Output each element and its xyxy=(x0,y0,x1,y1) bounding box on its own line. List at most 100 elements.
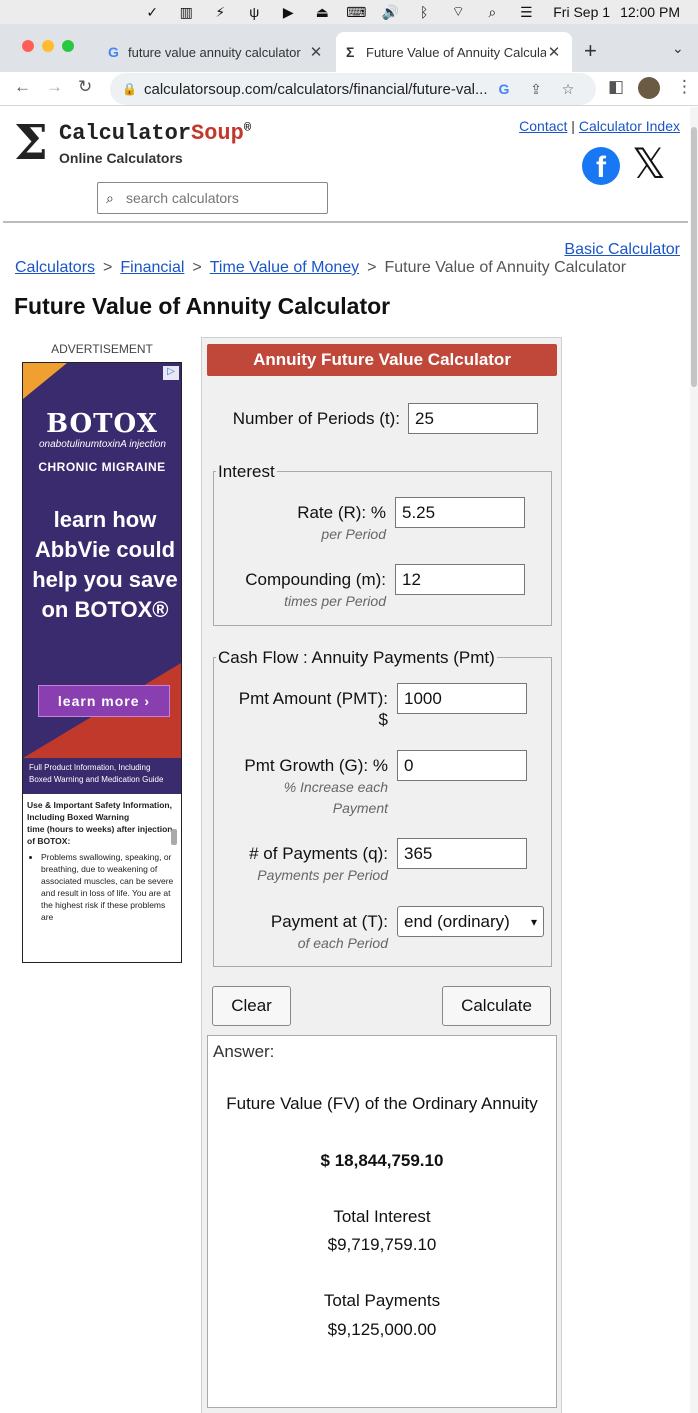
link-separator: | xyxy=(571,118,575,134)
back-arrow-icon[interactable]: ← xyxy=(14,77,31,97)
contact-link[interactable]: Contact xyxy=(519,118,567,134)
tab-title: future value annuity calculator xyxy=(128,44,301,60)
menubar-date[interactable]: Fri Sep 1 xyxy=(553,4,610,20)
breadcrumb-financial[interactable]: Financial xyxy=(120,259,184,276)
kebab-menu-icon[interactable]: ⋮ xyxy=(676,77,693,97)
site-logo[interactable]: CalculatorSoup® xyxy=(59,121,251,146)
calculator-index-link[interactable]: Calculator Index xyxy=(579,118,680,134)
web-page: Σ CalculatorSoup® Online Calculators Con… xyxy=(0,107,690,1413)
site-logo-sigma-icon[interactable]: Σ xyxy=(14,119,48,167)
tab-close-icon[interactable]: ✕ xyxy=(546,43,562,61)
chevron-down-icon: ▾ xyxy=(530,914,537,929)
page-scrollbar[interactable] xyxy=(690,107,698,1413)
payment-at-selected: end (ordinary) xyxy=(404,911,510,931)
google-lens-icon[interactable]: G xyxy=(488,81,520,97)
ad-learn-more-button[interactable]: learn more › xyxy=(38,685,170,717)
ad-scrollbar[interactable] xyxy=(171,829,177,845)
tab-calculator-soup[interactable]: Σ Future Value of Annuity Calcula ✕ xyxy=(336,32,572,72)
search-input[interactable] xyxy=(126,190,316,206)
clear-button[interactable]: Clear xyxy=(212,986,291,1026)
pmt-dollar-label: $ xyxy=(378,710,388,729)
audio-bars-icon[interactable]: ▥ xyxy=(169,4,203,21)
calculate-button[interactable]: Calculate xyxy=(442,986,551,1026)
control-center-icon[interactable]: ☰ xyxy=(509,4,543,21)
advertisement[interactable]: ▷ BOTOX onabotulinumtoxinA injection CHR… xyxy=(22,362,182,963)
ad-choices-icon[interactable]: ▷ xyxy=(163,366,179,380)
logo-name-soup: Soup xyxy=(191,121,244,146)
menubar-time[interactable]: 12:00 PM xyxy=(620,4,680,20)
facebook-icon[interactable]: f xyxy=(582,147,620,185)
eject-icon[interactable]: ⏏ xyxy=(305,4,339,21)
breadcrumb-calculators[interactable]: Calculators xyxy=(15,259,95,276)
calculator-panel: Annuity Future Value Calculator Number o… xyxy=(201,337,562,1413)
tab-close-icon[interactable]: ✕ xyxy=(308,43,324,61)
page-scrollbar-thumb[interactable] xyxy=(691,127,697,387)
google-favicon-icon: G xyxy=(108,44,119,60)
payments-input[interactable] xyxy=(397,838,527,869)
side-panel-icon[interactable]: ◧ xyxy=(608,77,624,97)
share-icon[interactable]: ⇪ xyxy=(520,81,552,98)
ad-safety-intro: time (hours to weeks) after injection of… xyxy=(27,824,173,846)
ad-info-links[interactable]: Full Product Information, Including Boxe… xyxy=(23,758,181,794)
header-divider xyxy=(3,221,688,223)
macos-menubar: ✓ ▥ ⚡ ψ ▶ ⏏ ⌨ 🔊 ᛒ ⌔ ⌕ ☰ Fri Sep 1 12:00 … xyxy=(0,0,698,24)
breadcrumb-separator: > xyxy=(192,259,202,276)
spotlight-search-icon[interactable]: ⌕ xyxy=(475,4,509,21)
calculator-header: Annuity Future Value Calculator xyxy=(207,344,557,376)
play-icon[interactable]: ▶ xyxy=(271,4,305,21)
x-twitter-icon[interactable]: 𝕏 xyxy=(632,143,666,185)
ad-safety-title: Use & Important Safety Information, Incl… xyxy=(27,800,172,822)
profile-avatar[interactable] xyxy=(638,77,660,99)
breadcrumb-current: Future Value of Annuity Calculator xyxy=(384,259,627,276)
forward-arrow-icon[interactable]: → xyxy=(46,77,63,97)
usb-icon[interactable]: ψ xyxy=(237,4,271,20)
search-box[interactable]: ⌕ xyxy=(97,182,328,214)
tab-google-search[interactable]: G future value annuity calculator ✕ xyxy=(98,32,334,72)
tab-search-chevron-icon[interactable]: ⌄ xyxy=(672,40,684,57)
ad-label: ADVERTISEMENT xyxy=(51,342,153,356)
compounding-input[interactable] xyxy=(395,564,525,595)
search-icon: ⌕ xyxy=(106,189,114,206)
volume-icon[interactable]: 🔊 xyxy=(373,4,407,21)
pmt-amount-input[interactable] xyxy=(397,683,527,714)
total-payments-title: Total Payments xyxy=(323,1291,441,1310)
ad-safety-list: Problems swallowing, speaking, or breath… xyxy=(41,851,175,923)
reload-icon[interactable]: ↻ xyxy=(78,77,92,97)
keyboard-icon[interactable]: ⌨ xyxy=(339,4,373,21)
address-bar[interactable]: 🔒 calculatorsoup.com/calculators/financi… xyxy=(110,73,596,105)
total-interest-value: $9,719,759.10 xyxy=(327,1235,437,1254)
ad-brand: BOTOX xyxy=(46,409,158,439)
lock-icon[interactable]: 🔒 xyxy=(122,82,144,96)
bolt-icon[interactable]: ⚡ xyxy=(203,4,237,21)
rate-input[interactable] xyxy=(395,497,525,528)
interest-legend: Interest xyxy=(216,462,277,482)
url-text[interactable]: calculatorsoup.com/calculators/financial… xyxy=(144,81,488,98)
logo-name-calculator: Calculator xyxy=(59,121,192,146)
pmt-growth-input[interactable] xyxy=(397,750,527,781)
periods-input[interactable] xyxy=(408,403,538,434)
breadcrumb-time-value-of-money[interactable]: Time Value of Money xyxy=(210,259,359,276)
payment-at-label: Payment at (T): xyxy=(270,912,388,931)
window-close-button[interactable] xyxy=(22,40,34,52)
payments-sub-label: Payments per Period xyxy=(257,867,388,883)
bluetooth-icon[interactable]: ᛒ xyxy=(407,4,441,20)
basic-calculator-link[interactable]: Basic Calculator xyxy=(520,241,680,259)
new-tab-button[interactable]: + xyxy=(584,38,597,64)
rate-label: Rate (R): % xyxy=(297,503,386,522)
breadcrumb: Calculators > Financial > Time Value of Mone… xyxy=(15,259,626,277)
ad-banner[interactable]: ▷ BOTOX onabotulinumtoxinA injection CHR… xyxy=(23,363,181,758)
bookmark-star-icon[interactable]: ☆ xyxy=(552,81,584,98)
ad-safety-bullet: Problems swallowing, speaking, or breath… xyxy=(41,851,175,923)
fv-title: Future Value (FV) of the Ordinary Annuit… xyxy=(226,1094,538,1113)
ad-orange-stripe xyxy=(23,363,67,399)
breadcrumb-separator: > xyxy=(103,259,113,276)
window-zoom-button[interactable] xyxy=(62,40,74,52)
status-check-icon[interactable]: ✓ xyxy=(135,4,169,21)
pmt-growth-sub-label: % Increase each xyxy=(283,779,388,795)
window-minimize-button[interactable] xyxy=(42,40,54,52)
answer-box: Answer: Future Value (FV) of the Ordinar… xyxy=(207,1035,557,1408)
wifi-icon[interactable]: ⌔ xyxy=(441,3,475,21)
payment-at-select[interactable]: end (ordinary) ▾ xyxy=(397,906,544,937)
browser-toolbar: ← → ↻ 🔒 calculatorsoup.com/calculators/f… xyxy=(0,72,698,106)
browser-tab-strip: G future value annuity calculator ✕ Σ Fu… xyxy=(0,24,698,72)
